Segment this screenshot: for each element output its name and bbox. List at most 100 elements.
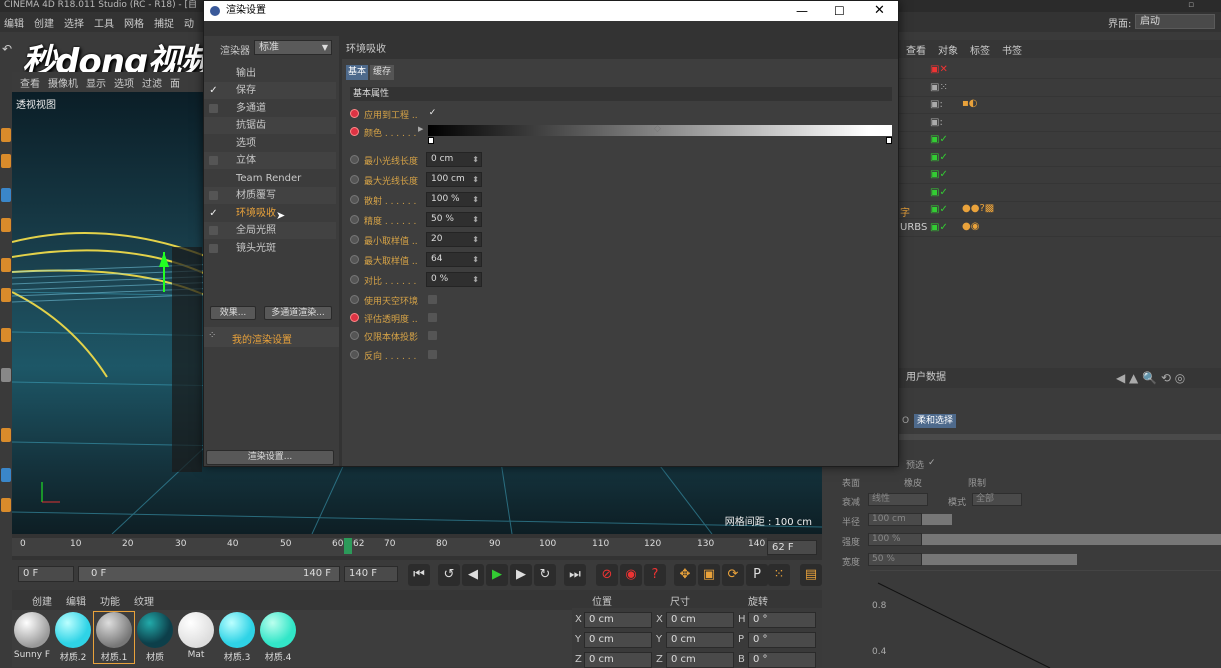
scale-key-icon[interactable]: ▣ — [698, 564, 720, 586]
goto-end-icon[interactable]: ⏭ — [564, 564, 586, 586]
tag-icon[interactable]: ▪◐ — [962, 98, 978, 109]
minimize-icon[interactable]: — — [796, 1, 808, 21]
vis-icon[interactable]: ▣✓ — [930, 187, 948, 198]
gradient-knot-black[interactable] — [428, 137, 434, 144]
tool-icon[interactable] — [1, 368, 11, 382]
animate-radio[interactable] — [350, 313, 359, 322]
enable-check[interactable] — [209, 191, 218, 200]
om-menu-view[interactable]: 查看 — [906, 42, 926, 57]
vp-menu-camera[interactable]: 摄像机 — [48, 75, 78, 90]
tree-item-material-override[interactable]: 材质覆写 — [204, 187, 336, 204]
object-row[interactable]: ▣⁙ — [898, 80, 1221, 97]
object-row[interactable]: ▣✓ — [898, 167, 1221, 184]
my-render-settings-item[interactable]: ⁘ 我的渲染设置 — [204, 327, 339, 347]
object-row[interactable]: ▣✓ — [898, 132, 1221, 149]
menu-create[interactable]: 创建 — [34, 15, 54, 30]
vis-icon[interactable]: ▣✓ — [930, 169, 948, 180]
vis-icon[interactable]: ▣✓ — [930, 152, 948, 163]
contrast-field[interactable]: 0 % — [426, 272, 482, 287]
width-field[interactable]: 50 % — [868, 553, 922, 566]
material-swatch[interactable]: 材质.4 — [258, 612, 298, 663]
object-row[interactable]: ▣✓ — [898, 185, 1221, 202]
enable-check[interactable] — [209, 156, 218, 165]
vis-icon[interactable]: ▣: — [930, 117, 943, 128]
tab-soft-selection[interactable]: 柔和选择 — [914, 414, 956, 428]
vp-menu-view[interactable]: 查看 — [20, 75, 40, 90]
object-row[interactable]: 字 ▣✓ ●●?▩ — [898, 202, 1221, 219]
vis-icon[interactable]: ▣✓ — [930, 134, 948, 145]
vis-icon[interactable]: ▣✕ — [930, 64, 948, 75]
size-z-field[interactable]: 0 cm — [666, 652, 734, 668]
start-frame-field[interactable]: 0 F — [18, 566, 74, 582]
animate-radio[interactable] — [350, 235, 359, 244]
invert-check[interactable] — [428, 350, 437, 359]
timeline-ruler[interactable]: 0 10 20 30 40 50 60 62 70 80 90 100 110 … — [12, 538, 767, 556]
maximize-icon[interactable]: ☐ — [834, 1, 845, 21]
gradient-midpoint-icon[interactable]: ◇ — [654, 124, 661, 134]
om-menu-bookmark[interactable]: 书签 — [1002, 42, 1022, 57]
object-row[interactable]: ▣✕ — [898, 62, 1221, 79]
animate-radio[interactable] — [350, 155, 359, 164]
rot-p-field[interactable]: 0 ° — [748, 632, 816, 648]
width-slider[interactable] — [922, 554, 1077, 565]
falloff-select[interactable]: 线性 — [868, 493, 928, 506]
menu-animate[interactable]: 动 — [184, 15, 194, 30]
window-restore-icon[interactable]: ▫ — [1188, 0, 1218, 10]
menu-tools[interactable]: 工具 — [94, 15, 114, 30]
mat-menu-edit[interactable]: 编辑 — [66, 593, 86, 608]
tree-item-output[interactable]: 输出 — [204, 65, 336, 82]
accuracy-field[interactable]: 50 % — [426, 212, 482, 227]
menu-mesh[interactable]: 网格 — [124, 15, 144, 30]
strength-slider[interactable] — [922, 534, 1221, 545]
vis-icon[interactable]: ▣: — [930, 99, 943, 110]
animate-radio[interactable] — [350, 175, 359, 184]
tab-partial[interactable]: O — [902, 414, 909, 428]
close-icon[interactable]: ✕ — [874, 1, 885, 21]
radius-field[interactable]: 100 cm — [868, 513, 922, 526]
effects-button[interactable]: 效果... — [210, 306, 256, 320]
min-samples-field[interactable]: 20 — [426, 232, 482, 247]
size-x-field[interactable]: 0 cm — [666, 612, 734, 628]
param-key-icon[interactable]: P — [746, 564, 768, 586]
animate-radio[interactable] — [350, 127, 359, 136]
enable-check[interactable]: ✓ — [209, 86, 218, 96]
playhead[interactable] — [344, 538, 352, 554]
current-frame-field[interactable]: 62 F — [767, 540, 817, 555]
object-row[interactable]: ▣: ▪◐ — [898, 97, 1221, 114]
dialog-titlebar[interactable]: 渲染设置 — ☐ ✕ — [204, 1, 898, 21]
falloff-graph[interactable]: 0.8 0.4 — [870, 570, 1221, 668]
mode-select[interactable]: 全部 — [972, 493, 1022, 506]
max-ray-length-field[interactable]: 100 cm — [426, 172, 482, 187]
mat-menu-texture[interactable]: 纹理 — [134, 593, 154, 608]
autokey-icon[interactable]: ◉ — [620, 564, 642, 586]
keyframe-help-icon[interactable]: ? — [644, 564, 666, 586]
enable-check[interactable] — [209, 244, 218, 253]
menu-edit[interactable]: 编辑 — [4, 15, 24, 30]
om-menu-object[interactable]: 对象 — [938, 42, 958, 57]
prev-key-icon[interactable]: ↺ — [438, 564, 460, 586]
object-row[interactable]: ▣✓ — [898, 150, 1221, 167]
vis-icon[interactable]: ▣✓ — [930, 222, 948, 233]
use-sky-check[interactable] — [428, 295, 437, 304]
tag-icon[interactable]: ●●?▩ — [962, 203, 994, 214]
animate-radio[interactable] — [350, 195, 359, 204]
pla-key-icon[interactable]: ⁙ — [768, 564, 790, 586]
self-shadowing-check[interactable] — [428, 331, 437, 340]
multipass-render-button[interactable]: 多通道渲染... — [264, 306, 332, 320]
tree-item-multipass[interactable]: 多通道 — [204, 100, 336, 117]
goto-start-icon[interactable]: ⏮ — [408, 564, 430, 586]
prev-frame-icon[interactable]: ◀ — [462, 564, 484, 586]
tool-icon[interactable] — [1, 154, 11, 168]
play-icon[interactable]: ▶ — [486, 564, 508, 586]
enable-check[interactable]: ✓ — [209, 209, 218, 219]
strength-field[interactable]: 100 % — [868, 533, 922, 546]
tab-cache[interactable]: 缓存 — [370, 65, 394, 80]
size-y-field[interactable]: 0 cm — [666, 632, 734, 648]
menu-snap[interactable]: 捕捉 — [154, 15, 174, 30]
tool-icon[interactable] — [1, 468, 11, 482]
min-ray-length-field[interactable]: 0 cm — [426, 152, 482, 167]
rotate-key-icon[interactable]: ⟳ — [722, 564, 744, 586]
preview-check[interactable]: ✓ — [928, 458, 936, 468]
record-icon[interactable]: ⊘ — [596, 564, 618, 586]
animate-radio[interactable] — [350, 275, 359, 284]
